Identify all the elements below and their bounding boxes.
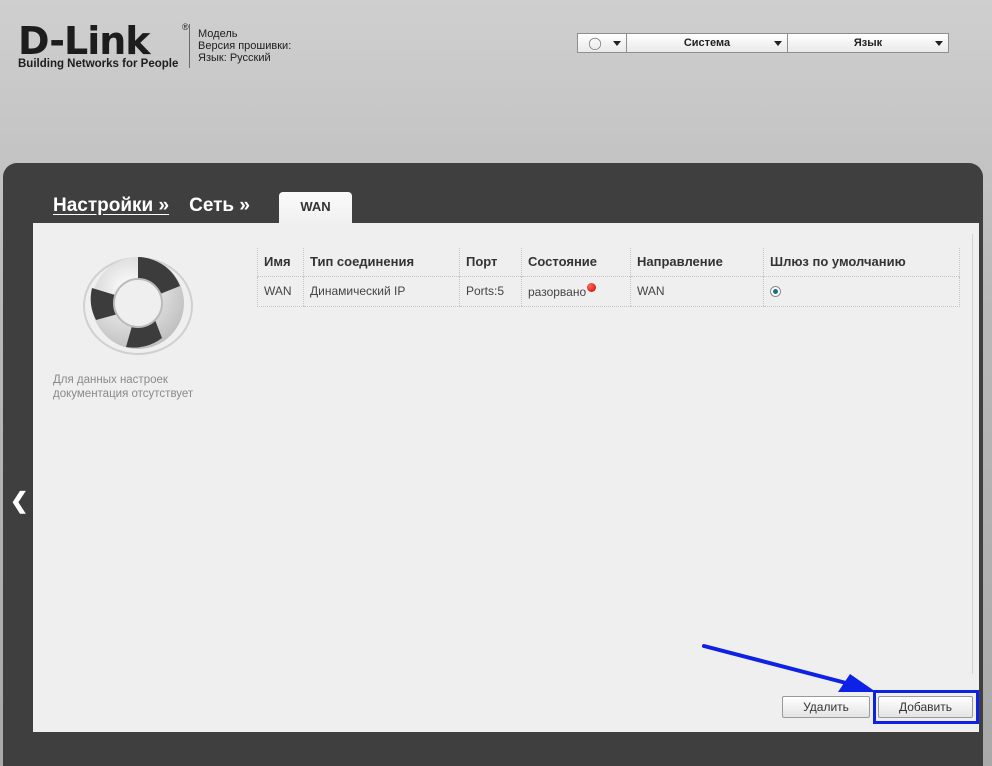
chevron-down-icon <box>935 41 943 46</box>
language-menu-label: Язык <box>853 37 883 49</box>
column-port: Порт <box>459 248 522 276</box>
chevron-down-icon <box>613 41 621 46</box>
panel-divider <box>972 234 973 674</box>
column-state: Состояние <box>521 248 631 276</box>
column-connection-type: Тип соединения <box>303 248 460 276</box>
cell-state: разорвано <box>521 275 631 307</box>
default-gateway-radio[interactable] <box>770 286 781 298</box>
back-arrow-icon[interactable]: ❮ <box>10 488 28 514</box>
status-disconnected-icon <box>587 283 597 292</box>
cell-name: WAN <box>257 275 304 307</box>
annotation-arrow-icon <box>702 644 876 692</box>
device-info: Модель Версия прошивки: Язык: Русский <box>198 28 291 64</box>
language-info: Язык: Русский <box>198 52 271 64</box>
table-row[interactable]: WAN Динамический IP Ports:5 разорвано WA… <box>257 275 960 307</box>
lightbulb-icon: ◯ <box>588 36 602 50</box>
breadcrumb-network[interactable]: Сеть » <box>189 195 250 217</box>
logo-tagline: Building Networks for People <box>18 58 179 70</box>
system-menu-button[interactable]: Система <box>627 33 788 53</box>
dlink-logo: D-Link ® Building Networks for People <box>18 19 189 70</box>
model-label: Модель <box>198 28 238 40</box>
language-menu-button[interactable]: Язык <box>788 33 949 53</box>
breadcrumb: Настройки » Сеть » <box>53 195 250 217</box>
cell-port: Ports:5 <box>459 275 522 307</box>
cell-direction: WAN <box>630 275 764 307</box>
hint-menu-button[interactable]: ◯ <box>577 33 627 53</box>
tab-wan[interactable]: WAN <box>279 192 352 224</box>
firmware-label: Версия прошивки: <box>198 40 292 52</box>
column-direction: Направление <box>630 248 764 276</box>
chevron-down-icon <box>774 41 782 46</box>
system-menu-label: Система <box>683 37 731 49</box>
state-text: разорвано <box>528 285 587 299</box>
breadcrumb-settings[interactable]: Настройки » <box>53 195 169 217</box>
table-header-row: Имя Тип соединения Порт Состояние Направ… <box>257 248 960 276</box>
lifebuoy-icon <box>83 257 193 355</box>
logo-wordmark: D-Link <box>18 19 151 63</box>
cell-default-gateway <box>763 275 960 307</box>
column-default-gateway: Шлюз по умолчанию <box>763 248 960 276</box>
cell-connection-type: Динамический IP <box>303 275 460 307</box>
help-text: Для данных настроек документация отсутст… <box>53 374 194 400</box>
top-menu: ◯ Система Язык <box>577 33 949 53</box>
column-name: Имя <box>257 248 304 276</box>
header-divider <box>189 24 190 68</box>
wan-connections-table: Имя Тип соединения Порт Состояние Направ… <box>257 248 960 307</box>
